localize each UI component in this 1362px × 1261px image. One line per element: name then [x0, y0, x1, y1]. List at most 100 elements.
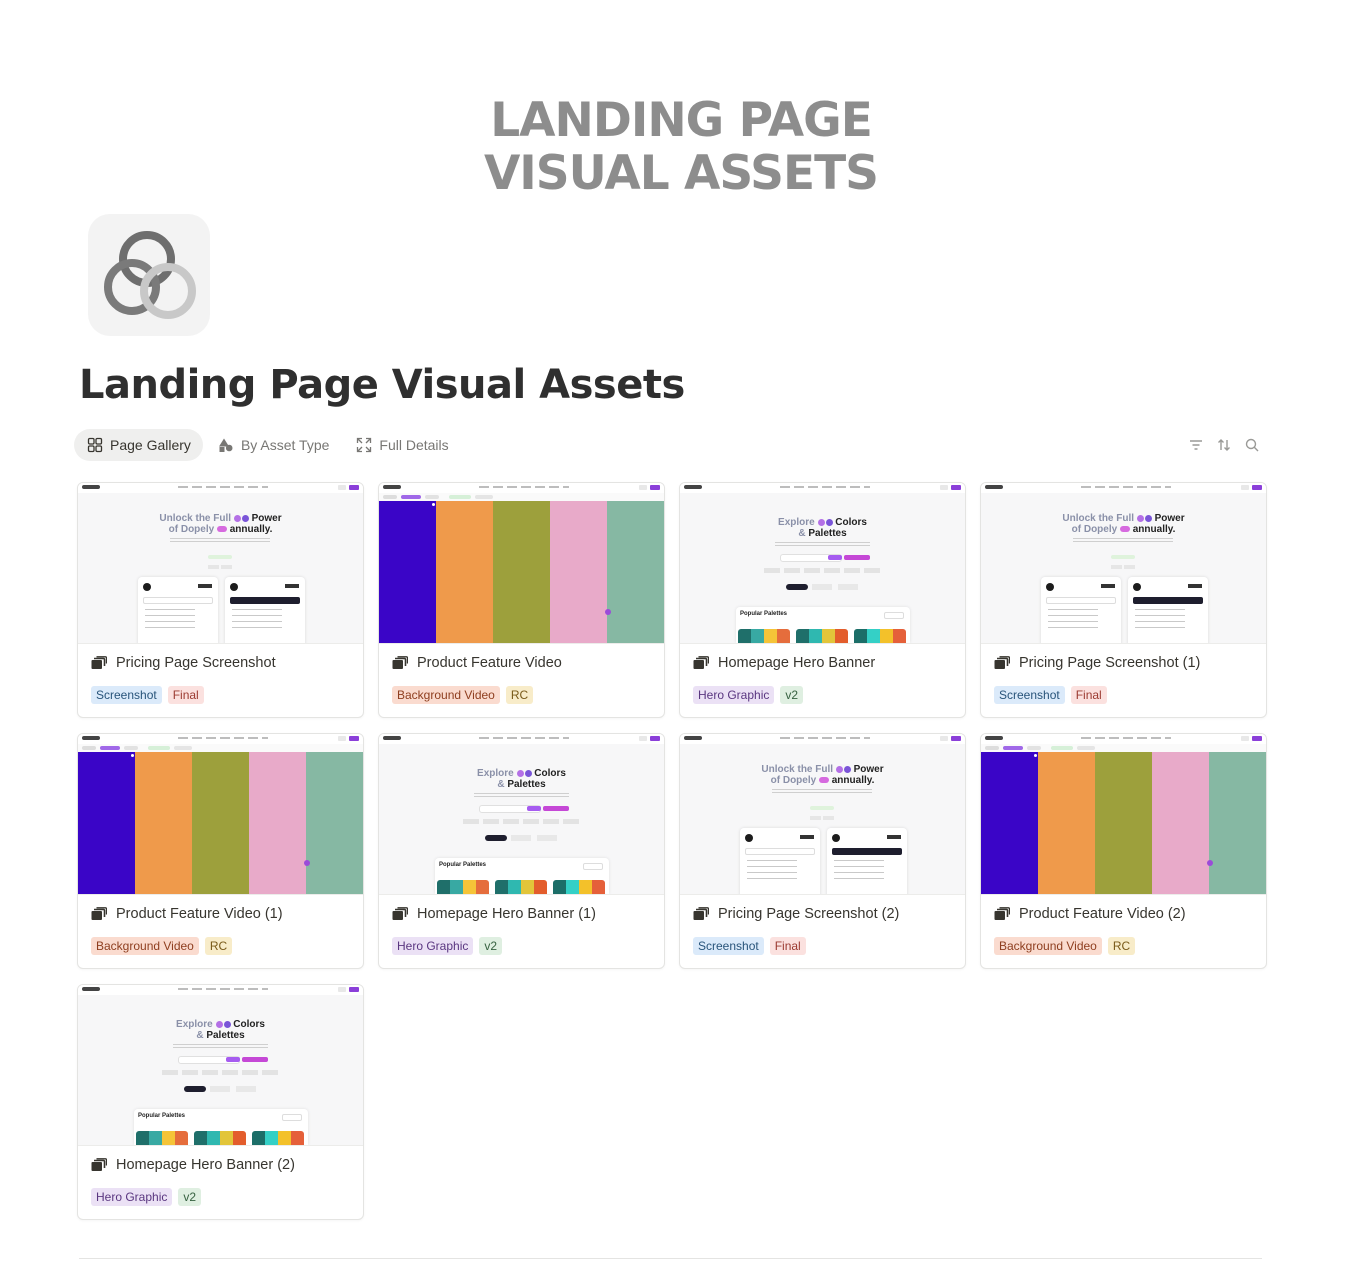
- gallery-card[interactable]: Unlock the Full Power of Dopely annually.…: [679, 733, 966, 969]
- mini-nav: [379, 483, 664, 493]
- card-title: Pricing Page Screenshot (1): [994, 655, 1200, 671]
- gallery-card[interactable]: Explore Colors & Palettes Popular Palettes…: [77, 984, 364, 1220]
- card-title: Homepage Hero Banner (2): [91, 1157, 295, 1173]
- page-stack-icon: [91, 1158, 107, 1171]
- tag: Screenshot: [693, 937, 764, 955]
- tab-page-gallery[interactable]: Page Gallery: [74, 429, 203, 461]
- tag: Screenshot: [91, 686, 162, 704]
- shapes-icon: [218, 438, 233, 452]
- card-title-text: Homepage Hero Banner (2): [116, 1157, 295, 1173]
- gallery-card[interactable]: Unlock the Full Power of Dopely annually.…: [77, 482, 364, 718]
- gallery-card[interactable]: Explore Colors & Palettes Popular Palettes…: [378, 733, 665, 969]
- tag: v2: [780, 686, 804, 704]
- color-stripes: [981, 752, 1266, 894]
- tab-full-details[interactable]: Full Details: [343, 429, 460, 461]
- card-thumbnail: Explore Colors & Palettes Popular Palettes: [680, 483, 965, 644]
- mini-nav: [680, 483, 965, 493]
- thumb-heading: Unlock the Full Power of Dopely annually.: [1062, 513, 1185, 535]
- page-title: Landing Page Visual Assets: [79, 362, 685, 408]
- card-title-text: Product Feature Video: [417, 655, 562, 671]
- card-tags: Screenshot Final: [91, 686, 204, 704]
- page-stack-icon: [994, 656, 1010, 669]
- gallery-card[interactable]: Unlock the Full Power of Dopely annually.…: [980, 482, 1267, 718]
- tag: Final: [167, 686, 204, 704]
- gallery-card[interactable]: Product Feature Video (1) Background Vide…: [77, 733, 364, 969]
- tag: Background Video: [392, 686, 500, 704]
- card-tags: Background Video RC: [994, 937, 1136, 955]
- card-tags: Screenshot Final: [693, 937, 806, 955]
- page-stack-icon: [392, 907, 408, 920]
- tag: Final: [1070, 686, 1107, 704]
- gallery-grid-icon: [87, 437, 103, 453]
- thumb-heading: Explore Colors & Palettes: [778, 517, 867, 539]
- tag: Hero Graphic: [693, 686, 775, 704]
- mini-nav: [78, 985, 363, 995]
- tag: RC: [505, 686, 534, 704]
- search-icon[interactable]: [1244, 437, 1260, 453]
- mini-nav: [78, 734, 363, 744]
- page-stack-icon: [392, 656, 408, 669]
- mini-nav: [981, 734, 1266, 744]
- expand-icon: [357, 437, 372, 453]
- thumb-heading: Unlock the Full Power of Dopely annually.: [159, 513, 282, 535]
- card-thumbnail: [981, 734, 1266, 895]
- filter-icon[interactable]: [1188, 437, 1204, 453]
- card-title: Product Feature Video (2): [994, 906, 1186, 922]
- card-tags: Hero Graphic v2: [91, 1188, 202, 1206]
- color-stripes: [379, 501, 664, 643]
- tag: Final: [769, 937, 806, 955]
- database-toolbar: [1188, 437, 1260, 453]
- card-tags: Background Video RC: [392, 686, 534, 704]
- gallery-card[interactable]: Product Feature Video (2) Background Vide…: [980, 733, 1267, 969]
- cover: LANDING PAGE VISUAL ASSETS: [0, 0, 1362, 210]
- card-title-text: Product Feature Video (2): [1019, 906, 1186, 922]
- card-title-text: Homepage Hero Banner (1): [417, 906, 596, 922]
- gallery-card[interactable]: Explore Colors & Palettes Popular Palettes…: [679, 482, 966, 718]
- cover-title: LANDING PAGE VISUAL ASSETS: [0, 94, 1362, 200]
- card-title: Homepage Hero Banner (1): [392, 906, 596, 922]
- thumb-heading: Unlock the Full Power of Dopely annually.: [761, 764, 884, 786]
- card-thumbnail: Unlock the Full Power of Dopely annually.: [981, 483, 1266, 644]
- card-thumbnail: Explore Colors & Palettes Popular Palettes: [379, 734, 664, 895]
- playhead-dot: [605, 609, 611, 615]
- tag: Hero Graphic: [91, 1188, 173, 1206]
- tab-label: By Asset Type: [240, 437, 330, 453]
- tag: Background Video: [994, 937, 1102, 955]
- card-thumbnail: Unlock the Full Power of Dopely annually.: [78, 483, 363, 644]
- card-tags: Hero Graphic v2: [693, 686, 804, 704]
- tag: Screenshot: [994, 686, 1065, 704]
- card-tags: Screenshot Final: [994, 686, 1107, 704]
- page-stack-icon: [693, 907, 709, 920]
- tag: RC: [204, 937, 233, 955]
- page-stack-icon: [693, 656, 709, 669]
- tag: RC: [1107, 937, 1136, 955]
- playhead-dot: [304, 860, 310, 866]
- card-title: Pricing Page Screenshot (2): [693, 906, 899, 922]
- page-stack-icon: [994, 907, 1010, 920]
- gallery-card[interactable]: Product Feature Video Background Video RC: [378, 482, 665, 718]
- card-title-text: Pricing Page Screenshot (2): [718, 906, 900, 922]
- mini-nav: [680, 734, 965, 744]
- page-stack-icon: [91, 907, 107, 920]
- divider: [79, 1258, 1262, 1259]
- thumb-heading: Explore Colors & Palettes: [176, 1019, 265, 1041]
- tab-by-asset-type[interactable]: By Asset Type: [205, 429, 341, 461]
- playhead-dot: [1207, 860, 1213, 866]
- sort-icon[interactable]: [1216, 437, 1232, 453]
- card-title: Homepage Hero Banner: [693, 655, 875, 671]
- card-title-text: Pricing Page Screenshot (1): [1019, 655, 1201, 671]
- card-title-text: Homepage Hero Banner: [718, 655, 876, 671]
- tag: Background Video: [91, 937, 199, 955]
- cover-title-line-1: LANDING PAGE: [490, 93, 873, 148]
- card-thumbnail: Explore Colors & Palettes Popular Palettes: [78, 985, 363, 1146]
- mini-nav: [379, 734, 664, 744]
- card-title-text: Pricing Page Screenshot: [116, 655, 276, 671]
- overlapping-circles-icon[interactable]: [88, 214, 210, 336]
- card-thumbnail: Unlock the Full Power of Dopely annually.: [680, 734, 965, 895]
- tag: v2: [479, 937, 503, 955]
- tab-label: Full Details: [379, 437, 449, 453]
- cover-title-line-2: VISUAL ASSETS: [483, 146, 879, 201]
- card-tags: Background Video RC: [91, 937, 233, 955]
- card-thumbnail: [78, 734, 363, 895]
- mini-nav: [78, 483, 363, 493]
